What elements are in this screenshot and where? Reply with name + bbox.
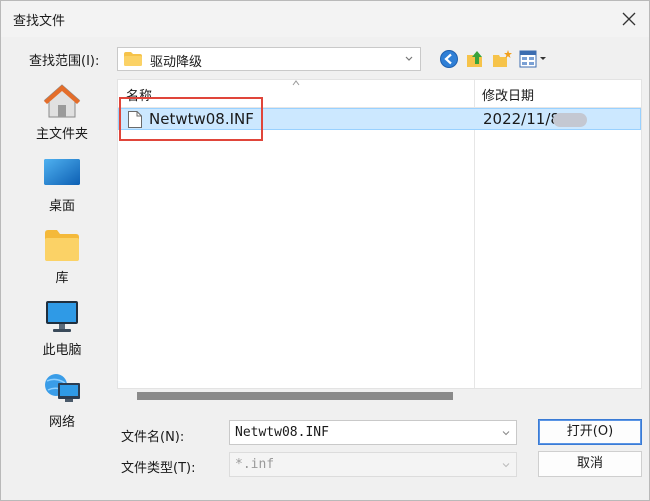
redacted-time <box>553 113 587 127</box>
up-folder-icon <box>467 51 482 67</box>
view-menu-icon <box>519 50 546 68</box>
scrollbar-thumb[interactable] <box>137 392 453 400</box>
place-desktop[interactable]: 桌面 <box>17 151 107 217</box>
place-home[interactable]: 主文件夹 <box>17 79 107 145</box>
computer-icon <box>46 301 78 332</box>
place-this-pc[interactable]: 此电脑 <box>17 295 107 361</box>
chevron-down-icon <box>502 463 510 468</box>
title-bar: 查找文件 <box>1 1 649 37</box>
place-label: 库 <box>55 271 69 286</box>
file-date: 2022/11/8 <box>483 110 560 128</box>
view-menu-button[interactable] <box>519 49 551 69</box>
dialog-title: 查找文件 <box>13 14 66 29</box>
up-one-level-button[interactable] <box>465 49 485 69</box>
place-label: 此电脑 <box>42 343 82 358</box>
place-label: 主文件夹 <box>35 127 88 142</box>
desktop-icon <box>44 159 80 185</box>
places-bar: 主文件夹 桌面 库 此电脑 网络 <box>17 79 107 430</box>
file-name-input[interactable]: Netwtw08.INF <box>229 420 517 445</box>
network-icon <box>45 374 80 402</box>
folder-icon <box>124 52 142 66</box>
home-icon <box>43 84 81 118</box>
library-folder-icon <box>45 230 79 261</box>
cancel-button[interactable]: 取消 <box>538 451 642 477</box>
place-network[interactable]: 网络 <box>17 367 107 433</box>
close-icon <box>622 12 636 26</box>
look-in-combobox[interactable]: 驱动降级 <box>117 47 421 71</box>
place-label: 桌面 <box>48 199 75 214</box>
close-button[interactable] <box>617 7 641 31</box>
new-folder-icon <box>493 50 512 67</box>
open-file-dialog: 查找文件 查找范围(I): 驱动降级 主文件夹 桌面 库 此电脑 网络 名称 修… <box>0 0 650 501</box>
file-name-value: Netwtw08.INF <box>235 425 329 440</box>
file-type-label: 文件类型(T): <box>121 461 196 476</box>
place-library[interactable]: 库 <box>17 223 107 289</box>
annotation-highlight-box <box>119 97 263 141</box>
chevron-down-icon <box>405 56 413 61</box>
look-in-label: 查找范围(I): <box>29 54 100 69</box>
look-in-value: 驱动降级 <box>150 55 203 70</box>
back-icon <box>440 50 458 68</box>
horizontal-scrollbar[interactable] <box>117 389 642 403</box>
file-type-select[interactable]: *.inf <box>229 452 517 477</box>
column-header-date[interactable]: 修改日期 <box>482 85 534 104</box>
chevron-down-icon <box>502 431 510 436</box>
new-folder-button[interactable] <box>492 49 512 69</box>
place-label: 网络 <box>48 415 75 430</box>
back-button[interactable] <box>439 49 459 69</box>
file-name-label: 文件名(N): <box>121 430 185 445</box>
sort-ascending-icon <box>292 80 300 86</box>
file-type-value: *.inf <box>235 457 275 472</box>
open-button[interactable]: 打开(O) <box>538 419 642 445</box>
